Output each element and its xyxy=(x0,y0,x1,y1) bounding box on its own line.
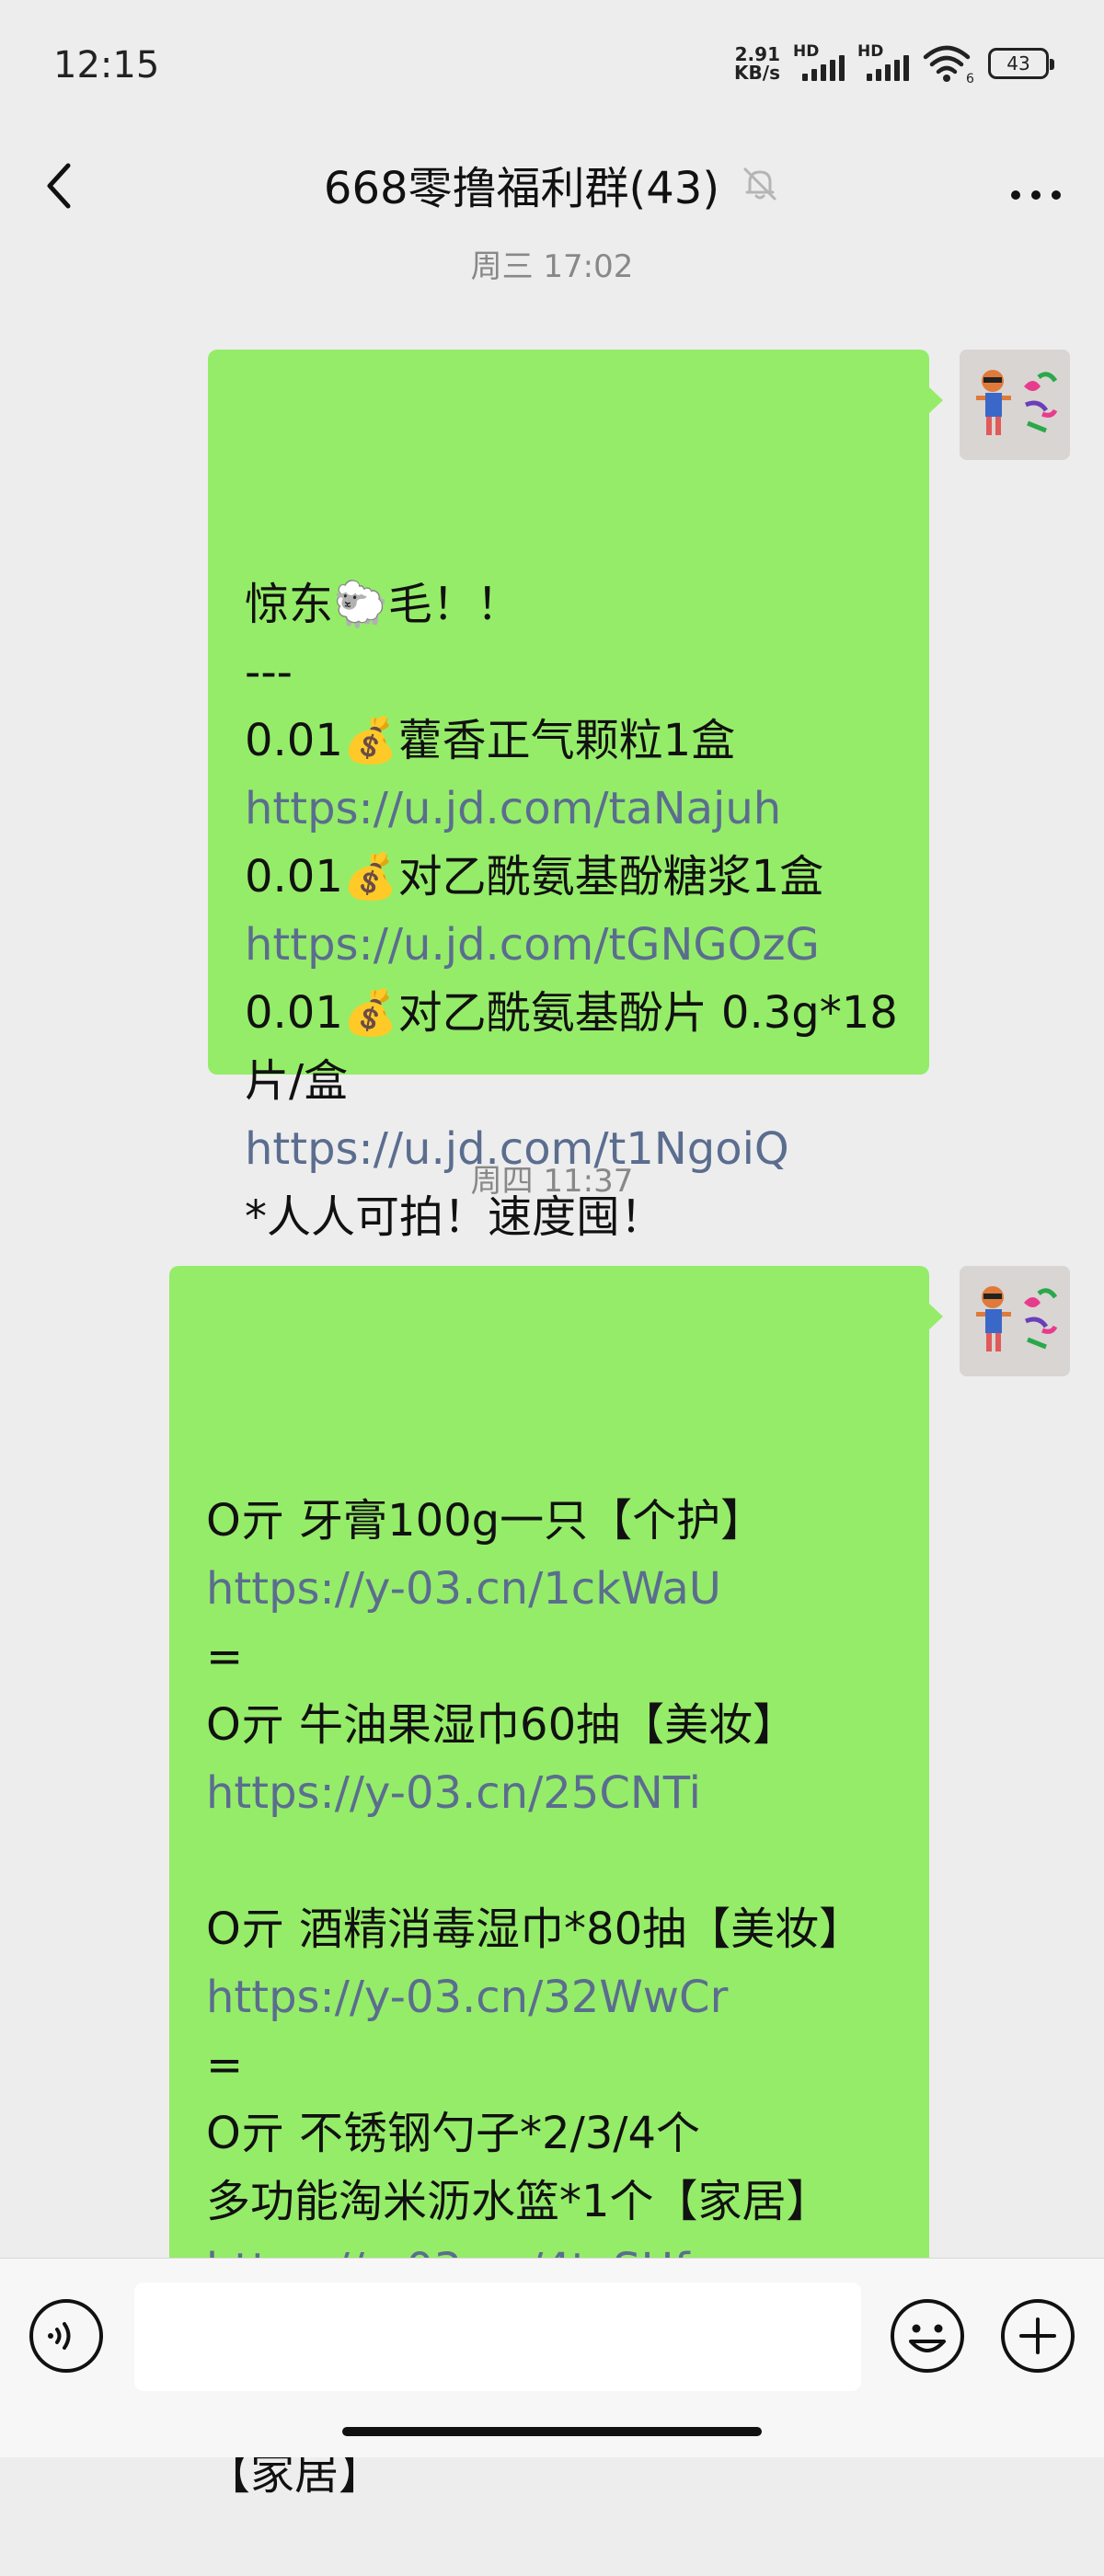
signal-icon-sim1: HD xyxy=(793,42,845,85)
signal-icon-sim2: HD xyxy=(857,42,909,85)
bell-off-icon xyxy=(743,167,776,201)
chat-timestamp: 周四 11:37 xyxy=(470,1163,634,1200)
message-link[interactable]: https://u.jd.com/tGNGOzG xyxy=(245,911,898,979)
message-line: = xyxy=(206,2040,244,2091)
message-link[interactable]: https://y-03.cn/32WwCr xyxy=(206,1963,898,2031)
avatar-image xyxy=(960,1266,1070,1376)
voice-icon xyxy=(29,2299,103,2373)
message-line: O亓 牙膏100g一只【个护】 xyxy=(206,1495,765,1547)
avatar[interactable] xyxy=(960,1266,1070,1376)
message-line: --- xyxy=(245,647,293,698)
message-link[interactable]: https://u.jd.com/taNajuh xyxy=(245,775,898,843)
chat-title: 668零撸福利群(43) xyxy=(323,163,720,214)
voice-button[interactable] xyxy=(28,2297,105,2375)
message-line: 0.01💰对乙酰氨基酚糖浆1盒 xyxy=(245,851,824,903)
battery-level: 43 xyxy=(1006,52,1030,75)
status-time: 12:15 xyxy=(53,44,160,86)
message-line: 片/盒 xyxy=(245,1055,349,1107)
message-line: O亓 酒精消毒湿巾*80抽【美妆】 xyxy=(206,1903,864,1955)
avatar[interactable] xyxy=(960,350,1070,460)
message-line: = xyxy=(206,1631,244,1683)
message-link[interactable]: https://y-03.cn/25CNTi xyxy=(206,1759,898,1827)
message-1-content: 惊东🐑毛！！ --- 0.01💰藿香正气颗粒1盒 https://u.jd.com/t… xyxy=(245,570,898,1251)
message-line: 0.01💰藿香正气颗粒1盒 xyxy=(245,715,736,766)
plus-icon xyxy=(1001,2299,1075,2373)
more-dots-icon xyxy=(1011,190,1061,200)
avatar-image xyxy=(960,350,1070,460)
wifi-icon: 6 xyxy=(923,45,974,85)
chat-timestamp: 周三 17:02 xyxy=(470,248,634,285)
message-line: 惊东🐑毛！！ xyxy=(245,579,521,630)
message-line: O亓 不锈钢勺子*2/3/4个 xyxy=(206,2108,701,2159)
message-line xyxy=(206,1827,898,1895)
wifi-sub-label: 6 xyxy=(966,72,974,85)
message-bubble-2[interactable]: O亓 牙膏100g一只【个护】 https://y-03.cn/1ckWaU = O亓… xyxy=(169,1266,943,2500)
chat-header: 668零撸福利群(43) xyxy=(0,129,1104,239)
network-speed-value: 2.91 xyxy=(734,43,780,65)
message-input[interactable] xyxy=(134,2283,861,2391)
status-bar: 12:15 2.91 KB/s HD HD 6 43 xyxy=(0,0,1104,129)
chat-title-group: 668零撸福利群(43) xyxy=(0,147,1104,221)
message-bubble-1[interactable]: 惊东🐑毛！！ --- 0.01💰藿香正气颗粒1盒 https://u.jd.com/t… xyxy=(208,350,943,1243)
plus-button[interactable] xyxy=(999,2297,1076,2375)
emoji-icon xyxy=(891,2299,964,2373)
network-speed: 2.91 KB/s xyxy=(734,45,780,82)
message-line: 多功能淘米沥水篮*1个【家居】 xyxy=(206,2176,831,2227)
battery-icon: 43 xyxy=(988,48,1054,79)
message-link[interactable]: https://y-03.cn/1ckWaU xyxy=(206,1555,898,1623)
message-line: 0.01💰对乙酰氨基酚片 0.3g*18 xyxy=(245,987,898,1039)
emoji-button[interactable] xyxy=(889,2297,966,2375)
more-button[interactable] xyxy=(999,149,1073,223)
network-speed-unit: KB/s xyxy=(734,62,780,84)
home-indicator xyxy=(342,2427,762,2436)
status-icons: 2.91 KB/s HD HD 6 43 xyxy=(734,40,1054,86)
message-line: O亓 牛油果湿巾60抽【美妆】 xyxy=(206,1699,798,1751)
